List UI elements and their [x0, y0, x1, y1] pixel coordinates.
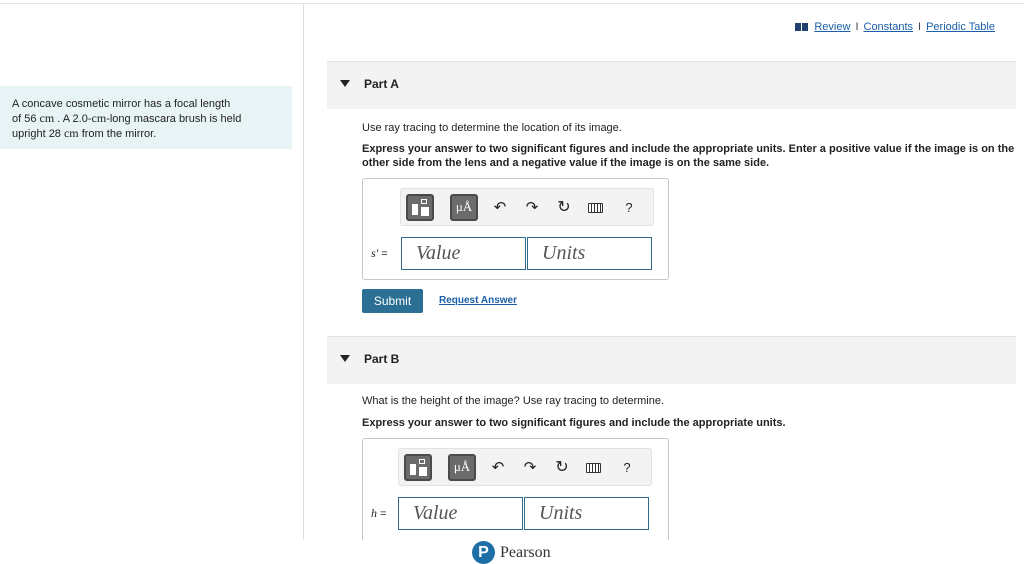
math-toolbar: μÅ ↶ ↷ ↻ ? [400, 188, 654, 226]
periodic-table-link[interactable]: Periodic Table [926, 21, 995, 33]
units-input[interactable]: Units [527, 237, 652, 270]
link-separator: I [918, 21, 922, 33]
problem-statement: A concave cosmetic mirror has a focal le… [0, 86, 292, 149]
constants-link[interactable]: Constants [864, 21, 914, 33]
review-link[interactable]: Review [814, 21, 850, 33]
undo-icon[interactable]: ↶ [490, 198, 510, 218]
value-input[interactable]: Value [398, 497, 523, 530]
part-a-answer-box: μÅ ↶ ↷ ↻ ? s′ = Value Units [362, 178, 669, 280]
part-a-title: Part A [364, 77, 399, 91]
part-b-question: What is the height of the image? Use ray… [362, 395, 665, 407]
variable-label: s′ = [371, 246, 388, 260]
top-border [0, 3, 1024, 4]
reset-icon[interactable]: ↻ [554, 198, 574, 218]
part-a-instruction: Express your answer to two significant f… [362, 143, 1015, 169]
math-toolbar: μÅ ↶ ↷ ↻ ? [398, 448, 652, 486]
value-input[interactable]: Value [401, 237, 526, 270]
collapse-triangle-icon[interactable] [340, 80, 350, 87]
part-b-answer-box: μÅ ↶ ↷ ↻ ? h = Value Units [362, 438, 669, 540]
request-answer-link[interactable]: Request Answer [439, 295, 517, 306]
part-b-instruction: Express your answer to two significant f… [362, 417, 786, 429]
reset-icon[interactable]: ↻ [552, 458, 572, 478]
book-icon [795, 23, 809, 31]
part-b-header[interactable]: Part B [327, 336, 1016, 384]
keyboard-icon[interactable] [583, 458, 603, 478]
problem-line-1: A concave cosmetic mirror has a focal le… [12, 98, 231, 110]
redo-icon[interactable]: ↷ [522, 198, 542, 218]
help-icon[interactable]: ? [617, 458, 637, 478]
redo-icon[interactable]: ↷ [520, 458, 540, 478]
keyboard-icon[interactable] [585, 198, 605, 218]
undo-icon[interactable]: ↶ [488, 458, 508, 478]
resource-links: Review I Constants I Periodic Table [795, 21, 995, 33]
units-button[interactable]: μÅ [448, 454, 476, 481]
part-a-question: Use ray tracing to determine the locatio… [362, 122, 622, 134]
problem-line-3: upright 28 cm from the mirror. [12, 126, 157, 140]
templates-button[interactable] [404, 454, 432, 481]
collapse-triangle-icon[interactable] [340, 355, 350, 362]
problem-line-2: of 56 cm . A 2.0-cm-long mascara brush i… [12, 111, 242, 125]
units-input[interactable]: Units [524, 497, 649, 530]
pearson-logo-icon: P [472, 541, 495, 564]
pearson-brand: P Pearson [472, 541, 551, 564]
help-icon[interactable]: ? [619, 198, 639, 218]
part-b-title: Part B [364, 352, 400, 366]
variable-label: h = [371, 506, 387, 520]
templates-button[interactable] [406, 194, 434, 221]
link-separator: I [855, 21, 859, 33]
pearson-name: Pearson [500, 543, 551, 561]
part-a-header[interactable]: Part A [327, 61, 1016, 109]
column-divider [303, 4, 304, 540]
units-button[interactable]: μÅ [450, 194, 478, 221]
submit-button[interactable]: Submit [362, 289, 423, 313]
